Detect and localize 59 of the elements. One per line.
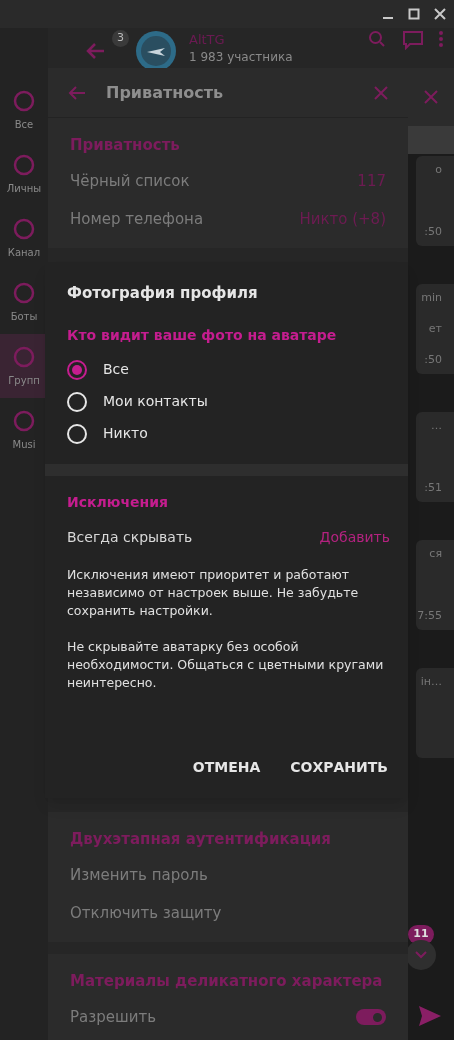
section-title: Кто видит ваше фото на аватаре <box>67 325 338 345</box>
folder-item[interactable]: Все <box>0 78 48 142</box>
setting-value: Никто (+8) <box>299 208 386 230</box>
message-fragment: о <box>435 162 442 178</box>
message-fragment: ет <box>428 320 442 337</box>
section-title: Двухэтапная аутентификация <box>69 828 332 850</box>
message-time: :51 <box>424 479 442 496</box>
folder-label: Musi <box>12 437 36 452</box>
back-arrow-icon[interactable] <box>86 42 106 60</box>
chat-bubble-icon[interactable] <box>402 30 424 50</box>
radio-option[interactable]: Все <box>67 353 386 386</box>
message-time: :50 <box>424 223 442 240</box>
folder-label: Канал <box>7 245 41 260</box>
info-paragraph: Исключения имеют приоритет и работают независимо от настроек выше. Не забудьте сохранить настройки. <box>67 565 360 620</box>
panel-title: Приватность <box>106 81 225 104</box>
folder-label: Боты <box>10 309 38 324</box>
folder-item[interactable]: Канал <box>0 206 48 270</box>
setting-label[interactable]: Чёрный список <box>70 169 190 193</box>
setting-label[interactable]: Изменить пароль <box>70 863 208 887</box>
info-paragraph: Не скрывайте аватарку без особой необходимости. Общаться с цветными кругами неинтересно. <box>67 637 385 692</box>
chat-title: AltTG <box>189 31 226 49</box>
folder-item[interactable]: Musi <box>0 398 48 462</box>
folder-label: Все <box>14 117 34 132</box>
chevron-down-icon <box>415 950 427 959</box>
folder-item[interactable]: Личны <box>0 142 48 206</box>
message-time: :50 <box>424 351 442 368</box>
message-fragment: … <box>431 418 442 434</box>
setting-label[interactable]: Номер телефона <box>70 207 204 231</box>
section-title: Приватность <box>69 134 181 156</box>
toggle-switch[interactable] <box>356 1009 386 1025</box>
section-title: Материалы деликатного характера <box>69 970 384 992</box>
search-icon[interactable] <box>368 30 386 48</box>
setting-label[interactable]: Отключить защиту <box>70 901 222 925</box>
maximize-icon[interactable] <box>408 8 420 20</box>
pinned-bar <box>408 126 454 154</box>
radio-option[interactable]: Никто <box>67 417 386 450</box>
dialog-button[interactable]: СОХРАНИТЬ <box>280 751 398 784</box>
message-fragment: ін… <box>420 674 442 690</box>
back-arrow-icon[interactable] <box>68 84 86 101</box>
folder-label: Личны <box>6 181 42 196</box>
radio-option[interactable]: Мои контакты <box>67 385 386 418</box>
message-time: 7:55 <box>417 607 442 624</box>
dialog-title: Фотография профиля <box>67 283 259 304</box>
setting-label: Всегда скрывать <box>67 527 193 547</box>
dialog-button[interactable]: ОТМЕНА <box>182 751 271 784</box>
section-title: Исключения <box>67 492 169 512</box>
unread-badge: 3 <box>112 30 129 47</box>
folder-item[interactable]: Боты <box>0 270 48 334</box>
more-icon[interactable] <box>438 30 444 48</box>
message-fragment: ся <box>429 546 442 562</box>
folder-item[interactable]: Групп <box>0 334 48 398</box>
radio-button[interactable] <box>67 359 87 380</box>
add-link[interactable]: Добавить <box>319 526 390 548</box>
setting-label[interactable]: Разрешить <box>70 1005 156 1029</box>
setting-value: 117 <box>357 170 386 192</box>
send-icon[interactable] <box>418 1005 442 1027</box>
member-count: 1 983 участника <box>189 49 294 64</box>
message-fragment: min <box>421 290 442 306</box>
folder-label: Групп <box>8 373 40 388</box>
